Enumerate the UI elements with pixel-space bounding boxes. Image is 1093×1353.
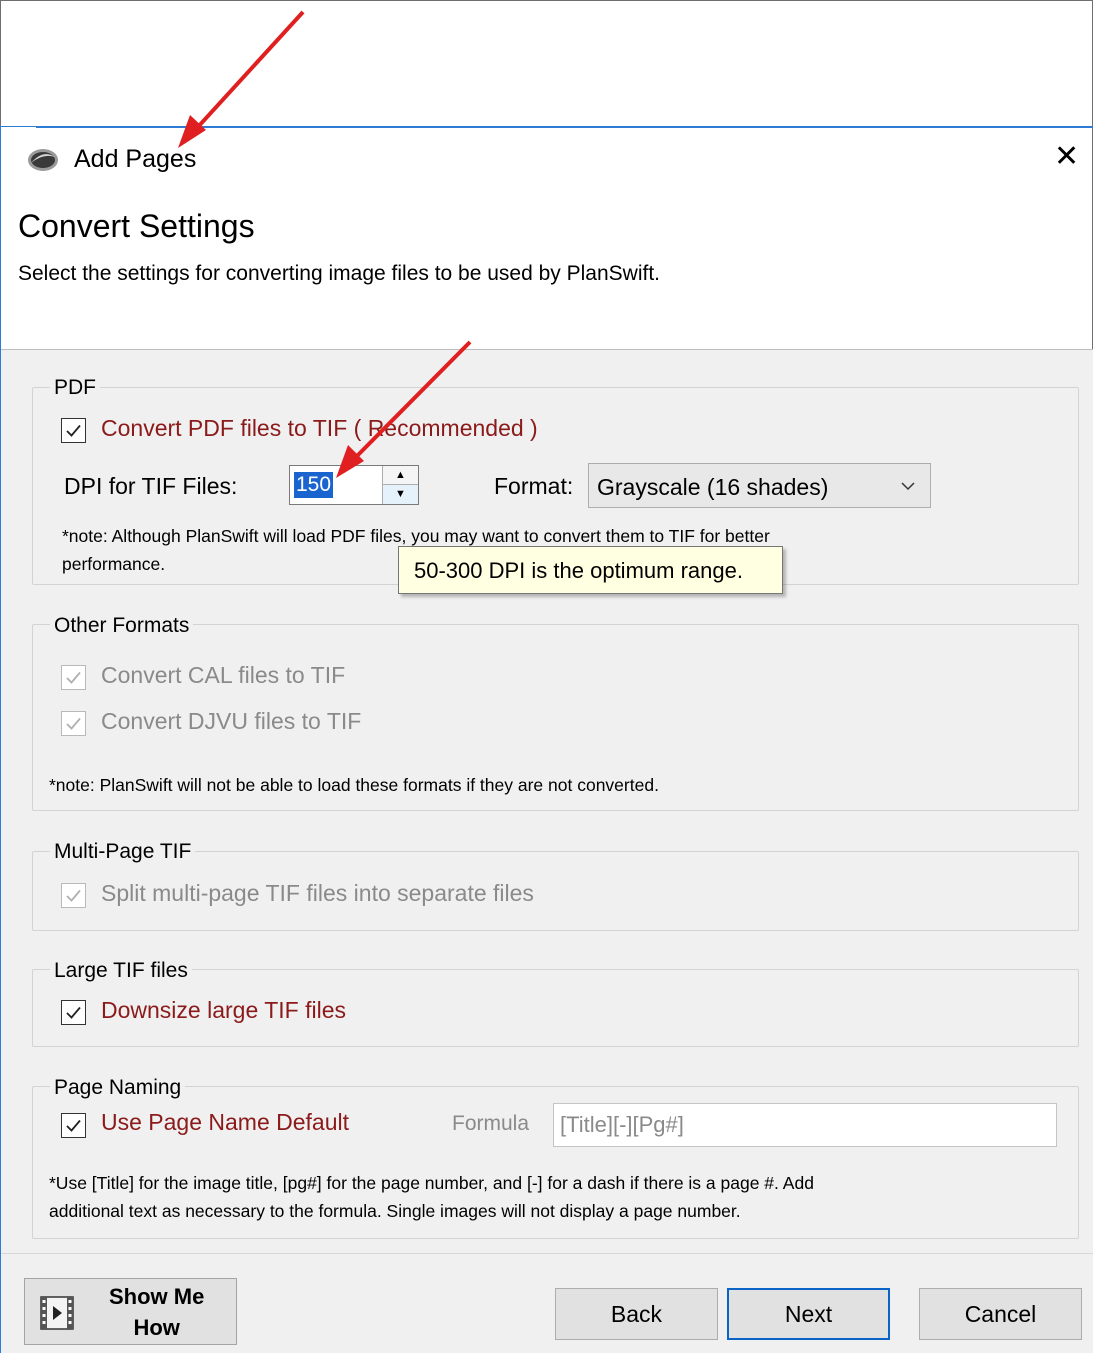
background-area xyxy=(1,1,1092,126)
page-name-default-label[interactable]: Use Page Name Default xyxy=(101,1109,349,1136)
page-naming-group-title: Page Naming xyxy=(50,1076,186,1100)
downsize-tif-label[interactable]: Downsize large TIF files xyxy=(101,997,346,1024)
close-icon[interactable]: ✕ xyxy=(1054,142,1079,172)
formula-field[interactable]: [Title][-][Pg#] xyxy=(553,1103,1057,1147)
large-tif-group-title: Large TIF files xyxy=(50,959,192,983)
convert-cal-checkbox[interactable] xyxy=(61,665,86,690)
page-title: Convert Settings xyxy=(18,208,255,244)
split-tif-checkbox[interactable] xyxy=(61,883,86,908)
show-me-how-label: Show Me How xyxy=(109,1281,204,1343)
title-accent-left xyxy=(0,126,36,127)
title-accent-line xyxy=(36,126,1093,128)
window-title: Add Pages xyxy=(74,145,197,173)
page-subtitle: Select the settings for converting image… xyxy=(18,262,661,285)
checkmark-icon xyxy=(66,889,81,902)
convert-pdf-checkbox[interactable] xyxy=(61,418,86,443)
tooltip-text: 50-300 DPI is the optimum range. xyxy=(414,558,743,583)
checkmark-icon xyxy=(66,717,81,730)
show-me-label-line2: How xyxy=(133,1315,180,1340)
naming-note-line1: *Use [Title] for the image title, [pg#] … xyxy=(49,1173,814,1193)
video-play-icon xyxy=(40,1296,74,1330)
split-tif-label[interactable]: Split multi-page TIF files into separate… xyxy=(101,880,534,907)
checkmark-icon xyxy=(66,424,81,437)
checkmark-icon xyxy=(66,671,81,684)
pdf-note-line2: performance. xyxy=(62,554,166,574)
other-formats-group-title: Other Formats xyxy=(50,614,194,638)
convert-djvu-label[interactable]: Convert DJVU files to TIF xyxy=(101,708,361,735)
page-name-default-checkbox[interactable] xyxy=(61,1113,86,1138)
spin-up-button[interactable]: ▲ xyxy=(382,466,418,485)
cancel-button[interactable]: Cancel xyxy=(919,1288,1082,1340)
chevron-down-icon xyxy=(901,482,915,491)
format-label: Format: xyxy=(494,473,574,499)
multipage-group-title: Multi-Page TIF xyxy=(50,840,196,864)
convert-cal-label[interactable]: Convert CAL files to TIF xyxy=(101,662,345,689)
downsize-tif-checkbox[interactable] xyxy=(61,1000,86,1025)
next-button[interactable]: Next xyxy=(727,1288,890,1340)
back-button[interactable]: Back xyxy=(555,1288,718,1340)
planswift-logo-icon xyxy=(28,149,58,171)
dpi-input[interactable]: 150 xyxy=(294,472,334,498)
show-me-label-line1: Show Me xyxy=(109,1284,205,1309)
dpi-tooltip: 50-300 DPI is the optimum range. xyxy=(398,546,783,594)
naming-note-line2: additional text as necessary to the form… xyxy=(49,1201,741,1221)
formula-value: [Title][-][Pg#] xyxy=(560,1112,684,1137)
other-formats-note: *note: PlanSwift will not be able to loa… xyxy=(49,775,659,795)
show-me-how-button[interactable]: Show Me How xyxy=(24,1278,237,1345)
pdf-group-title: PDF xyxy=(50,376,100,400)
format-dropdown[interactable]: Grayscale (16 shades) xyxy=(588,463,931,508)
convert-djvu-checkbox[interactable] xyxy=(61,711,86,736)
spin-down-button[interactable]: ▼ xyxy=(382,485,418,504)
checkmark-icon xyxy=(66,1119,81,1132)
dpi-label: DPI for TIF Files: xyxy=(64,473,238,499)
dpi-spinbox[interactable]: 150 ▲ ▼ xyxy=(289,465,419,505)
formula-label: Formula xyxy=(452,1112,530,1135)
format-selected-value: Grayscale (16 shades) xyxy=(597,474,829,500)
convert-pdf-label[interactable]: Convert PDF files to TIF ( Recommended ) xyxy=(101,415,538,442)
checkmark-icon xyxy=(66,1006,81,1019)
